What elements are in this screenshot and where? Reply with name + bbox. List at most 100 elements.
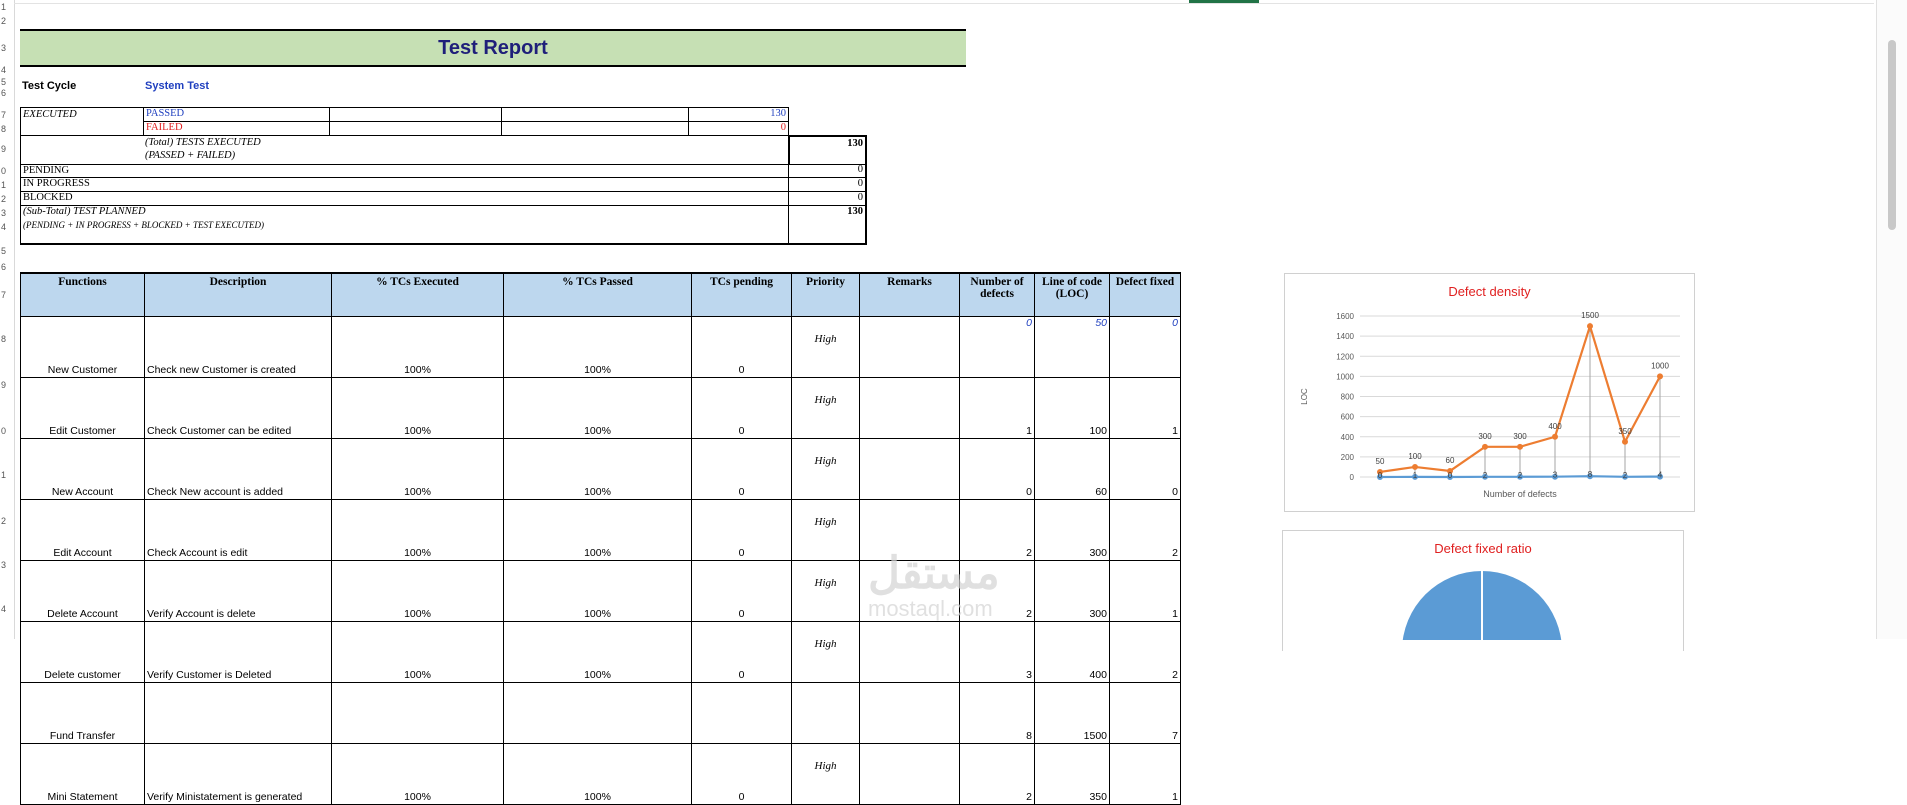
defect-density-chart[interactable]: Defect density 0 200 400 600 800 1000 1200 1400… [1284, 273, 1695, 512]
cell-defects[interactable]: 2 [959, 743, 1035, 805]
row-number[interactable]: 7 [1, 110, 14, 120]
cell-defects[interactable]: 3 [959, 621, 1035, 683]
row-number[interactable]: 1 [1, 470, 14, 480]
cell-func[interactable]: Edit Account [20, 499, 145, 561]
cell-remarks[interactable] [859, 316, 960, 378]
row-number[interactable]: 2 [1, 516, 14, 526]
cell-exec[interactable]: 100% [331, 499, 504, 561]
cell-desc[interactable]: Check Account is edit [144, 499, 332, 561]
cell-priority[interactable]: High [791, 560, 860, 622]
row-number[interactable]: 1 [1, 2, 14, 12]
cell-priority[interactable]: High [791, 316, 860, 378]
cell-priority[interactable] [791, 682, 860, 744]
column-header[interactable]: Priority [791, 272, 860, 317]
cell-loc[interactable]: 300 [1034, 499, 1110, 561]
vertical-scrollbar-thumb[interactable] [1888, 40, 1896, 230]
cell-passed[interactable]: 100% [503, 621, 692, 683]
row-number[interactable]: 3 [1, 560, 14, 570]
column-header[interactable]: Description [144, 272, 332, 317]
empty-cell[interactable] [501, 107, 689, 122]
cell-priority[interactable]: High [791, 438, 860, 500]
cell-priority[interactable]: High [791, 743, 860, 805]
defect-fixed-ratio-chart[interactable]: Defect fixed ratio [1282, 530, 1684, 651]
inprogress-value-cell[interactable]: 0 [788, 178, 867, 192]
cell-desc[interactable]: Check new Customer is created [144, 316, 332, 378]
cell-desc[interactable]: Verify Ministatement is generated [144, 743, 332, 805]
column-header[interactable]: TCs pending [691, 272, 792, 317]
cell-loc[interactable]: 350 [1034, 743, 1110, 805]
total-value-cell[interactable]: 130 [788, 135, 867, 165]
cell-desc[interactable]: Check New account is added [144, 438, 332, 500]
cell-exec[interactable] [331, 682, 504, 744]
cell-desc[interactable] [144, 682, 332, 744]
column-header[interactable]: Number of defects [959, 272, 1035, 317]
cell-desc[interactable]: Check Customer can be edited [144, 377, 332, 439]
cell-func[interactable]: Mini Statement [20, 743, 145, 805]
cell-loc[interactable]: 100 [1034, 377, 1110, 439]
cell-defects[interactable]: 1 [959, 377, 1035, 439]
row-number[interactable]: 5 [1, 246, 14, 256]
row-number[interactable]: 9 [1, 144, 14, 154]
cell-fixed[interactable]: 0 [1109, 438, 1181, 500]
column-header[interactable]: % TCs Executed [331, 272, 504, 317]
pending-value-cell[interactable]: 0 [788, 164, 867, 178]
row-number[interactable]: 4 [1, 65, 14, 75]
row-number[interactable]: 6 [1, 262, 14, 272]
cell-fixed[interactable]: 1 [1109, 560, 1181, 622]
cell-defects[interactable]: 0 [959, 438, 1035, 500]
cell-priority[interactable]: High [791, 377, 860, 439]
cell-fixed[interactable]: 1 [1109, 743, 1181, 805]
cell-pending[interactable]: 0 [691, 316, 792, 378]
cell-priority[interactable]: High [791, 621, 860, 683]
row-number[interactable]: 2 [1, 194, 14, 204]
cell-loc[interactable]: 400 [1034, 621, 1110, 683]
cell-fixed[interactable]: 7 [1109, 682, 1181, 744]
cell-loc[interactable]: 300 [1034, 560, 1110, 622]
cell-passed[interactable]: 100% [503, 377, 692, 439]
cell-pending[interactable]: 0 [691, 743, 792, 805]
cell-passed[interactable]: 100% [503, 743, 692, 805]
cell-passed[interactable] [503, 682, 692, 744]
column-header[interactable]: Defect fixed [1109, 272, 1181, 317]
cell-priority[interactable]: High [791, 499, 860, 561]
report-title[interactable]: Test Report [20, 29, 966, 67]
cell-pending[interactable] [691, 682, 792, 744]
cell-passed[interactable]: 100% [503, 560, 692, 622]
cell-loc[interactable]: 50 [1034, 316, 1110, 378]
row-number[interactable]: 3 [1, 208, 14, 218]
planned-cell[interactable]: (Sub-Total) TEST PLANNED (PENDING + IN P… [20, 206, 789, 245]
cell-exec[interactable]: 100% [331, 438, 504, 500]
pending-cell[interactable]: PENDING [20, 164, 789, 178]
column-header[interactable]: Functions [20, 272, 145, 317]
cell-passed[interactable]: 100% [503, 499, 692, 561]
blocked-cell[interactable]: BLOCKED [20, 192, 789, 206]
test-cycle-value[interactable]: System Test [145, 80, 209, 92]
passed-value-cell[interactable]: 130 [688, 107, 789, 122]
empty-cell[interactable] [329, 107, 502, 122]
cell-loc[interactable]: 1500 [1034, 682, 1110, 744]
row-number[interactable]: 4 [1, 604, 14, 614]
cell-func[interactable]: Delete customer [20, 621, 145, 683]
cell-exec[interactable]: 100% [331, 377, 504, 439]
failed-label-cell[interactable]: FAILED [143, 121, 330, 136]
cell-func[interactable]: Edit Customer [20, 377, 145, 439]
cell-remarks[interactable] [859, 621, 960, 683]
cell-pending[interactable]: 0 [691, 621, 792, 683]
cell-pending[interactable]: 0 [691, 560, 792, 622]
empty-cell[interactable] [20, 135, 144, 165]
cell-fixed[interactable]: 2 [1109, 499, 1181, 561]
row-number[interactable]: 4 [1, 222, 14, 232]
cell-exec[interactable]: 100% [331, 621, 504, 683]
cell-passed[interactable]: 100% [503, 438, 692, 500]
row-number[interactable]: 0 [1, 166, 14, 176]
cell-func[interactable]: Fund Transfer [20, 682, 145, 744]
cell-defects[interactable]: 8 [959, 682, 1035, 744]
row-number[interactable]: 3 [1, 43, 14, 53]
cell-func[interactable]: New Account [20, 438, 145, 500]
cell-fixed[interactable]: 2 [1109, 621, 1181, 683]
cell-desc[interactable]: Verify Customer is Deleted [144, 621, 332, 683]
row-number[interactable]: 9 [1, 380, 14, 390]
cell-passed[interactable]: 100% [503, 316, 692, 378]
empty-cell[interactable] [329, 121, 502, 136]
planned-value-cell[interactable]: 130 [788, 206, 867, 245]
